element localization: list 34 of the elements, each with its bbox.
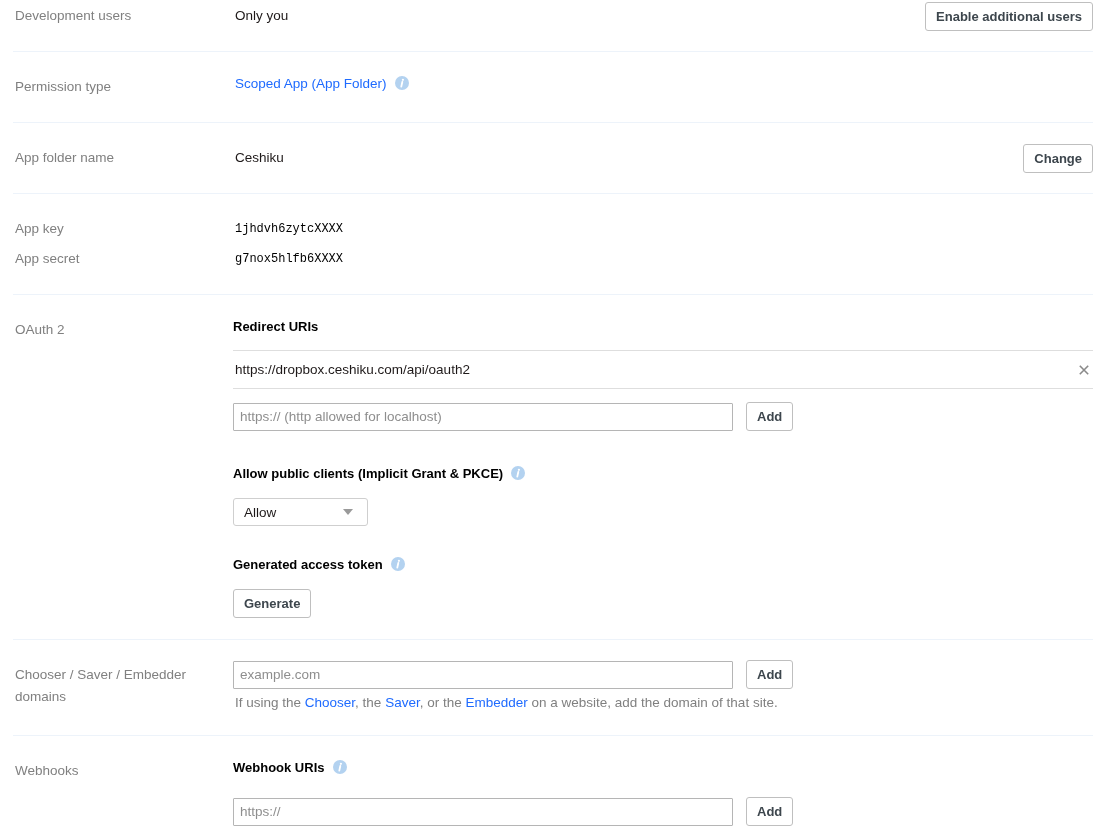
- add-button[interactable]: Add: [746, 797, 794, 826]
- add-button[interactable]: Add: [746, 402, 794, 431]
- key-value: g7nox5hlfb6XXXX: [234, 252, 344, 266]
- action-button[interactable]: Change: [1023, 144, 1093, 173]
- help-link[interactable]: Chooser: [304, 695, 356, 710]
- input-field[interactable]: example.com: [233, 660, 733, 689]
- add-button[interactable]: Add: [746, 660, 794, 689]
- close-icon[interactable]: [1079, 364, 1089, 375]
- select-dropdown[interactable]: Allow: [233, 498, 368, 526]
- help-link[interactable]: Saver: [385, 695, 420, 710]
- setting-value: Only you: [234, 7, 289, 25]
- setting-label: Permission type: [15, 78, 113, 96]
- redirect-uri: https://dropbox.ceshiku.com/api/oauth2: [235, 362, 470, 377]
- permission-link[interactable]: Scoped App (App Folder): [235, 75, 387, 91]
- setting-label: App secret: [15, 250, 81, 268]
- setting-value: Ceshiku: [234, 149, 284, 167]
- section-heading: Webhook URIs: [233, 759, 325, 775]
- setting-label: App folder name: [15, 149, 116, 167]
- key-value: 1jhdvh6zytcXXXX: [234, 222, 344, 236]
- generate-button[interactable]: Generate: [233, 589, 312, 618]
- action-button[interactable]: Enable additional users: [925, 2, 1093, 31]
- setting-label: Development users: [15, 7, 133, 25]
- setting-label: App key: [15, 220, 65, 238]
- input-field[interactable]: https://: [233, 797, 733, 826]
- setting-label: Webhooks: [15, 762, 80, 780]
- caret-icon: [343, 509, 353, 515]
- section-heading: Redirect URIs: [233, 318, 319, 334]
- section-heading: Generated access token: [233, 556, 383, 572]
- input-field[interactable]: https:// (http allowed for localhost): [233, 402, 733, 431]
- help-text: If using the Chooser, the Saver, or the Embedder on a website, add the domain of that site.: [234, 694, 778, 712]
- setting-label: OAuth 2: [15, 321, 66, 339]
- section-heading: Allow public clients (Implicit Grant & PKCE): [233, 465, 504, 481]
- setting-label: Chooser / Saver / Embedder domains: [15, 666, 188, 706]
- help-link[interactable]: Embedder: [465, 695, 528, 710]
